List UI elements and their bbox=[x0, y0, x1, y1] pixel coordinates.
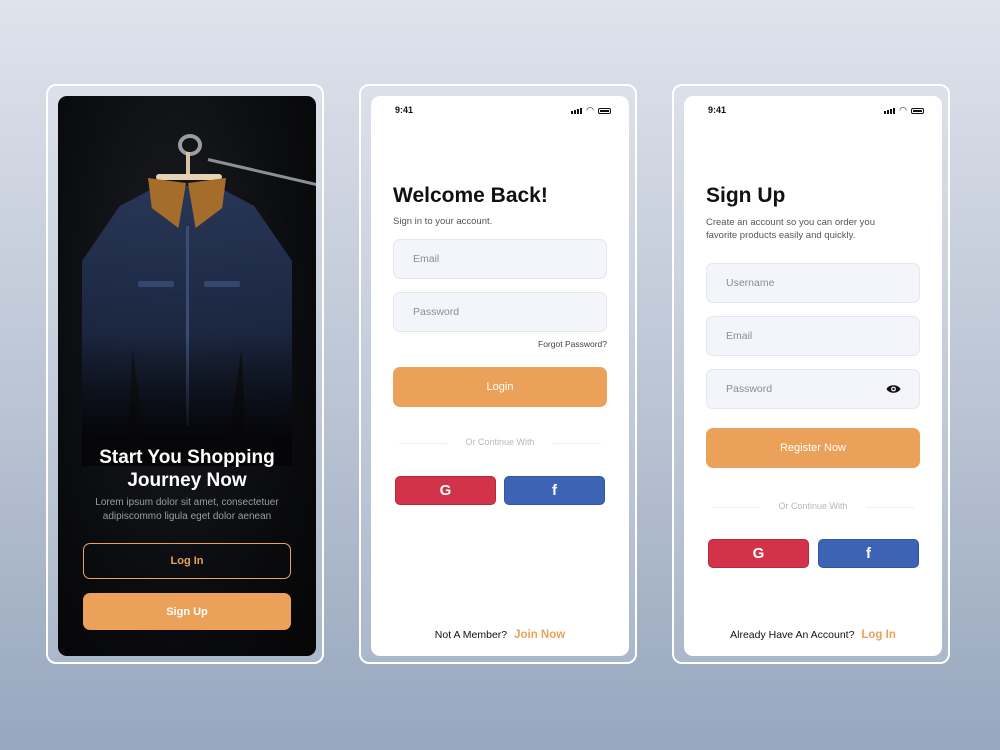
status-time: 9:41 bbox=[395, 105, 414, 115]
page-title: Welcome Back! bbox=[393, 184, 548, 207]
hanger-hook bbox=[178, 134, 202, 156]
eye-icon[interactable] bbox=[886, 383, 901, 395]
email-input[interactable] bbox=[413, 253, 606, 265]
email-field[interactable] bbox=[393, 239, 607, 279]
status-icons: ◠ bbox=[884, 105, 924, 115]
facebook-signup-button[interactable]: f bbox=[818, 539, 919, 568]
google-login-button[interactable]: G bbox=[395, 476, 496, 505]
divider-line-right bbox=[866, 507, 914, 508]
join-now-link[interactable]: Join Now bbox=[514, 629, 565, 641]
status-icons: ◠ bbox=[571, 105, 611, 115]
onboarding-title-line2: Journey Now bbox=[127, 470, 247, 491]
subtitle-line2: favorite products easily and quickly. bbox=[706, 230, 856, 241]
username-field[interactable] bbox=[706, 263, 920, 303]
register-button[interactable]: Register Now bbox=[706, 428, 920, 468]
page-subtitle: Create an account so you can order you f… bbox=[706, 216, 875, 242]
facebook-icon: f bbox=[866, 545, 871, 562]
onboarding-frame: Start You Shopping Journey Now Lorem ips… bbox=[46, 84, 324, 664]
signal-icon bbox=[884, 108, 896, 114]
log-in-link[interactable]: Log In bbox=[861, 629, 896, 641]
signup-screen: 9:41 ◠ Sign Up Create an account so you … bbox=[684, 96, 942, 656]
facebook-icon: f bbox=[552, 482, 557, 499]
signal-icon bbox=[571, 108, 583, 114]
onboarding-body-line1: Lorem ipsum dolor sit amet, consectetuer bbox=[95, 497, 279, 508]
password-input[interactable] bbox=[413, 306, 606, 318]
wifi-icon: ◠ bbox=[899, 105, 907, 115]
onboarding-screen: Start You Shopping Journey Now Lorem ips… bbox=[58, 96, 316, 656]
signup-frame: 9:41 ◠ Sign Up Create an account so you … bbox=[672, 84, 950, 664]
email-input[interactable] bbox=[726, 330, 919, 342]
google-icon: G bbox=[752, 545, 765, 562]
page-subtitle: Sign in to your account. bbox=[393, 216, 493, 227]
google-signup-button[interactable]: G bbox=[708, 539, 809, 568]
battery-icon bbox=[911, 108, 924, 114]
login-submit-button[interactable]: Login bbox=[393, 367, 607, 407]
wooden-hanger bbox=[156, 174, 222, 180]
or-divider: Or Continue With bbox=[712, 501, 914, 513]
onboarding-body-line2: adipiscommo ligula eget dolor aenean bbox=[102, 511, 272, 522]
facebook-login-button[interactable]: f bbox=[504, 476, 605, 505]
forgot-password-link[interactable]: Forgot Password? bbox=[538, 339, 607, 349]
status-bar: 9:41 ◠ bbox=[371, 96, 629, 124]
onboarding-title-line1: Start You Shopping bbox=[99, 447, 275, 468]
status-time: 9:41 bbox=[708, 105, 727, 115]
onboarding-title: Start You Shopping Journey Now bbox=[58, 446, 316, 492]
wifi-icon: ◠ bbox=[586, 105, 594, 115]
signup-prompt-text: Not A Member? bbox=[434, 629, 508, 641]
signup-button[interactable]: Sign Up bbox=[83, 593, 291, 630]
username-input[interactable] bbox=[726, 277, 919, 289]
password-field[interactable] bbox=[393, 292, 607, 332]
or-continue-label: Or Continue With bbox=[465, 437, 535, 447]
signup-prompt: Not A Member? Join Now bbox=[371, 629, 629, 641]
status-bar: 9:41 ◠ bbox=[684, 96, 942, 124]
battery-icon bbox=[598, 108, 611, 114]
login-frame: 9:41 ◠ Welcome Back! Sign in to your acc… bbox=[359, 84, 637, 664]
subtitle-line1: Create an account so you can order you bbox=[706, 217, 875, 228]
login-button[interactable]: Log In bbox=[83, 543, 291, 579]
login-prompt-text: Already Have An Account? bbox=[730, 629, 855, 641]
onboarding-description: Lorem ipsum dolor sit amet, consectetuer… bbox=[88, 496, 286, 524]
page-title: Sign Up bbox=[706, 184, 786, 207]
or-continue-label: Or Continue With bbox=[778, 501, 848, 511]
login-prompt: Already Have An Account? Log In bbox=[684, 629, 942, 641]
email-field[interactable] bbox=[706, 316, 920, 356]
or-divider: Or Continue With bbox=[399, 437, 601, 449]
google-icon: G bbox=[439, 482, 452, 499]
password-field[interactable] bbox=[706, 369, 920, 409]
divider-line-right bbox=[553, 443, 601, 444]
login-screen: 9:41 ◠ Welcome Back! Sign in to your acc… bbox=[371, 96, 629, 656]
jacket-pocket-left bbox=[138, 281, 174, 287]
jacket-pocket-right bbox=[204, 281, 240, 287]
